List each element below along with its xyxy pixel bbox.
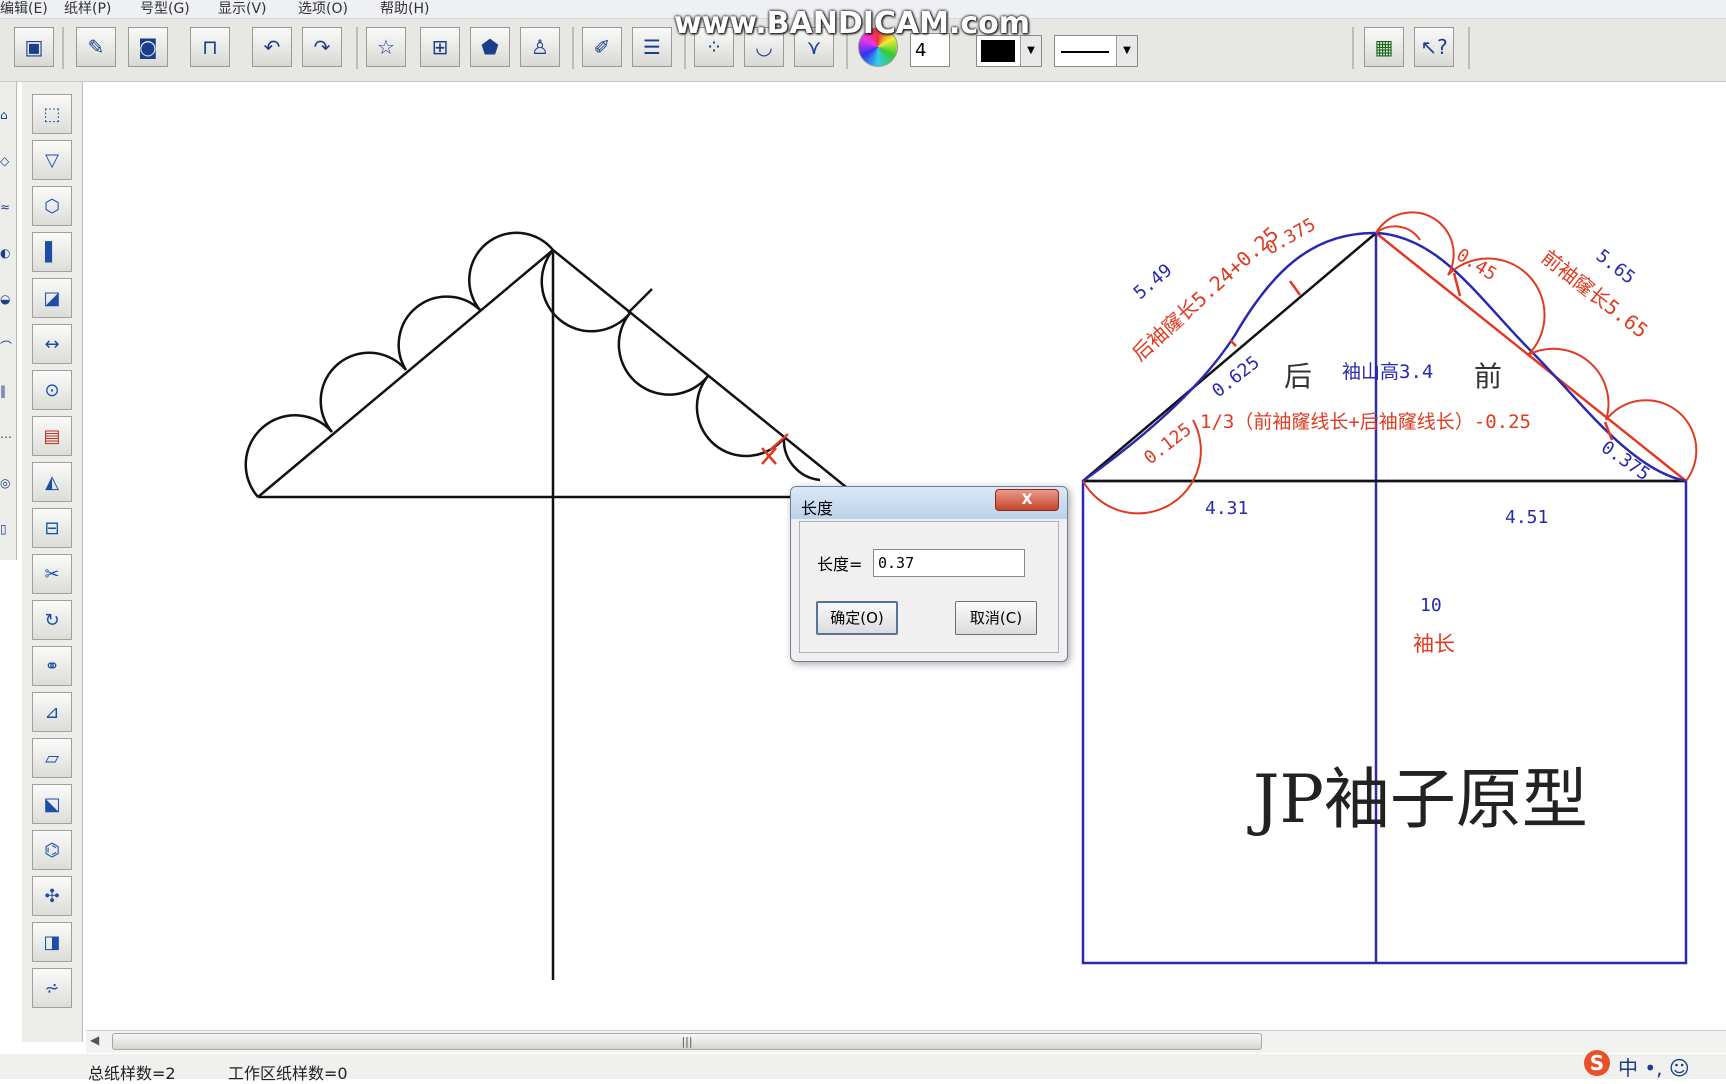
cap-formula-label: 1/3（前袖窿线长+后袖窿线长）-0.25	[1200, 411, 1531, 433]
back-label: 后	[1284, 360, 1312, 393]
cancel-button[interactable]: 取消(C)	[955, 601, 1037, 635]
help-pointer-icon[interactable]: ↖?	[1414, 27, 1454, 67]
length-label: 长度=	[817, 555, 863, 574]
split-icon[interactable]: ⚭	[32, 646, 72, 686]
menu-help[interactable]: 帮助(H)	[380, 0, 429, 18]
toolbar-separator	[1352, 27, 1354, 69]
close-icon[interactable]: X	[995, 489, 1059, 511]
undo-icon[interactable]: ↶	[252, 27, 292, 67]
length-input[interactable]: 0.37	[873, 549, 1025, 577]
measure-icon[interactable]: ◪	[32, 278, 72, 318]
lock-user-icon[interactable]: ♙	[520, 27, 560, 67]
strip-tool-icon[interactable]: ▯	[0, 522, 14, 546]
scroll-left-icon[interactable]: ◀	[90, 1033, 99, 1047]
grading-icon[interactable]: ☆	[366, 27, 406, 67]
menu-edit[interactable]: 编辑(E)	[0, 0, 48, 18]
left-strip-toolbar: ⌂ ◇ ≈ ◐ ◒ ⌒ ‖ ⋯ ◎ ▯	[0, 82, 17, 560]
back-width-label: 4.31	[1205, 498, 1248, 519]
pocket-icon[interactable]: ▽	[32, 140, 72, 180]
strip-tool-icon[interactable]: ⌒	[0, 338, 14, 362]
rect-icon[interactable]: ▱	[32, 738, 72, 778]
brush-icon[interactable]: ✐	[582, 27, 622, 67]
grid-icon[interactable]: ⊞	[420, 27, 460, 67]
rotate-icon[interactable]: ↻	[32, 600, 72, 640]
layout-icon[interactable]: ☰	[632, 27, 672, 67]
strip-tool-icon[interactable]: ◎	[0, 476, 14, 500]
sleeve-length-value: 10	[1420, 595, 1442, 616]
transform-icon[interactable]: ⌬	[32, 830, 72, 870]
line-style-preview	[1061, 51, 1109, 53]
dialog-title: 长度	[801, 499, 834, 518]
menu-view[interactable]: 显示(V)	[218, 0, 267, 18]
ime-indicator[interactable]: S 中 •, ☺	[1584, 1050, 1726, 1080]
mirror-icon[interactable]: ⊟	[32, 508, 72, 548]
chevron-down-icon[interactable]: ▼	[1116, 36, 1137, 66]
table-icon[interactable]: ⊓	[190, 27, 230, 67]
toolbar-separator	[1468, 27, 1470, 69]
left-construction	[244, 231, 847, 980]
workspace-patterns-status: 工作区纸样数=0	[228, 1064, 348, 1083]
color-swatch	[981, 40, 1015, 62]
back-armhole-length: 5.49	[1130, 260, 1177, 304]
ime-mode: 中 •, ☺	[1618, 1056, 1690, 1080]
cap-height-label: 袖山高3.4	[1342, 361, 1433, 383]
pattern-title: JP袖子原型	[1247, 761, 1588, 838]
toolbar-separator	[356, 27, 358, 69]
front-label: 前	[1474, 360, 1502, 393]
horizontal-scrollbar[interactable]: ◀ |||	[86, 1030, 1726, 1053]
ruler-icon[interactable]: ↔	[32, 324, 72, 364]
status-bar: 总纸样数=2 工作区纸样数=0	[0, 1054, 1726, 1083]
line-style-select[interactable]: ▼	[1054, 35, 1138, 67]
toolbar-separator	[62, 27, 64, 69]
fold-icon[interactable]: ⬕	[32, 784, 72, 824]
button-icon[interactable]: ⊙	[32, 370, 72, 410]
piece-icon[interactable]: ▌	[32, 232, 72, 272]
save-icon[interactable]: ▣	[14, 27, 54, 67]
shield-piece-icon[interactable]: ⬟	[470, 27, 510, 67]
dart-tool-icon[interactable]: ◭	[32, 462, 72, 502]
sleeve-length-label: 袖长	[1413, 632, 1455, 656]
length-dialog: 长度 X 长度= 0.37 确定(O) 取消(C)	[790, 486, 1068, 662]
menu-options[interactable]: 选项(O)	[298, 0, 348, 18]
pleat-icon[interactable]: ▤	[32, 416, 72, 456]
toolbar-separator	[572, 27, 574, 69]
merge-icon[interactable]: ✣	[32, 876, 72, 916]
mark-icon[interactable]: ◨	[32, 922, 72, 962]
align-icon[interactable]: ⊿	[32, 692, 72, 732]
menu-pattern[interactable]: 纸样(P)	[64, 0, 111, 18]
ime-logo-icon: S	[1584, 1050, 1610, 1076]
front-low-offset: 0.375	[1597, 437, 1653, 485]
strip-tool-icon[interactable]: ◒	[0, 292, 14, 316]
front-width-label: 4.51	[1505, 507, 1548, 528]
dialog-titlebar[interactable]: 长度 X	[791, 487, 1067, 519]
cut-icon[interactable]: ✂	[32, 554, 72, 594]
seam-icon[interactable]: ⬡	[32, 186, 72, 226]
menu-size[interactable]: 号型(G)	[140, 0, 190, 18]
ok-button[interactable]: 确定(O)	[816, 601, 898, 635]
strip-tool-icon[interactable]: ≈	[0, 200, 14, 224]
strip-tool-icon[interactable]: ⌂	[0, 108, 14, 132]
select-icon[interactable]: ⬚	[32, 94, 72, 134]
strip-tool-icon[interactable]: ‖	[0, 384, 14, 408]
scrollbar-thumb[interactable]: |||	[112, 1033, 1262, 1050]
film-icon[interactable]: ▦	[1364, 27, 1404, 67]
camera-icon[interactable]: ◙	[128, 27, 168, 67]
back-offset: 0.375	[1262, 214, 1319, 259]
pattern-labels: 5.49 后袖窿长5.24+0.25 0.375 0.45 前袖窿长5.65 5…	[1127, 214, 1653, 838]
strip-tool-icon[interactable]: ⋯	[0, 430, 14, 454]
recorder-watermark: www.BANDICAM.com	[674, 6, 1031, 41]
strip-tool-icon[interactable]: ◐	[0, 246, 14, 270]
total-patterns-status: 总纸样数=2	[88, 1064, 176, 1083]
left-tool-panel: ⬚ ▽ ⬡ ▌ ◪ ↔ ⊙ ▤ ◭ ⊟ ✂ ↻ ⚭ ⊿ ▱ ⬕ ⌬ ✣ ◨ ⩫	[22, 82, 83, 1042]
pen-tool-icon[interactable]: ✎	[76, 27, 116, 67]
hem-icon[interactable]: ⩫	[32, 968, 72, 1008]
redo-icon[interactable]: ↷	[302, 27, 342, 67]
front-offset: 0.45	[1452, 244, 1500, 285]
strip-tool-icon[interactable]: ◇	[0, 154, 14, 178]
